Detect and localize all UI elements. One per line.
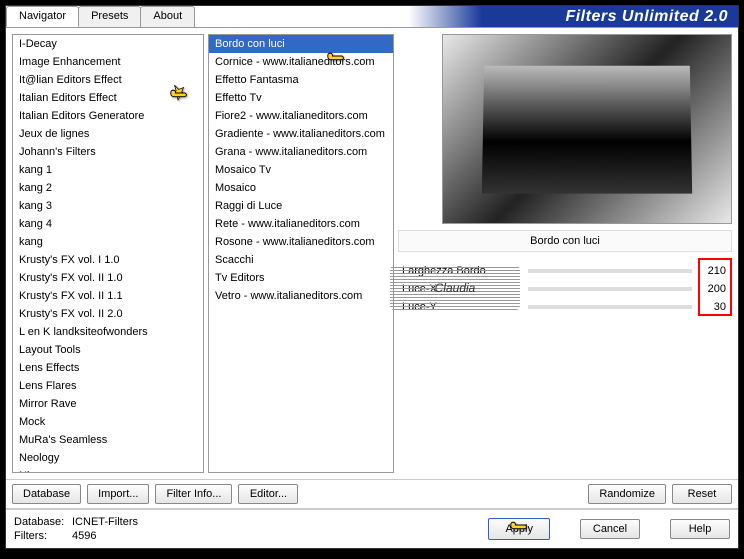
tab-about[interactable]: About <box>140 6 195 27</box>
category-item[interactable]: It@lian Editors Effect <box>13 71 203 89</box>
tab-bar: Navigator Presets About <box>6 6 194 27</box>
filter-item[interactable]: Mosaico <box>209 179 393 197</box>
status-filters-value: 4596 <box>72 530 96 542</box>
filter-item[interactable]: Rete - www.italianeditors.com <box>209 215 393 233</box>
category-item[interactable]: Layout Tools <box>13 341 203 359</box>
category-item[interactable]: kang <box>13 233 203 251</box>
category-item[interactable]: Johann's Filters <box>13 143 203 161</box>
randomize-button[interactable]: Randomize <box>588 484 666 504</box>
category-item[interactable]: I-Decay <box>13 35 203 53</box>
category-item[interactable]: Mock <box>13 413 203 431</box>
preview-image <box>442 34 732 224</box>
category-item[interactable]: Italian Editors Effect <box>13 89 203 107</box>
filter-item[interactable]: Grana - www.italianeditors.com <box>209 143 393 161</box>
category-item[interactable]: Nirvana <box>13 467 203 472</box>
category-list[interactable]: I-DecayImage EnhancementIt@lian Editors … <box>12 34 204 473</box>
apply-button[interactable]: Apply <box>488 518 550 540</box>
filter-info-button[interactable]: Filter Info... <box>155 484 232 504</box>
category-item[interactable]: Lens Effects <box>13 359 203 377</box>
category-item[interactable]: kang 3 <box>13 197 203 215</box>
category-item[interactable]: Italian Editors Generatore <box>13 107 203 125</box>
filter-item[interactable]: Rosone - www.italianeditors.com <box>209 233 393 251</box>
status-db-value: ICNET-Filters <box>72 516 138 528</box>
filter-item[interactable]: Tv Editors <box>209 269 393 287</box>
filter-item[interactable]: Vetro - www.italianeditors.com <box>209 287 393 305</box>
filter-item[interactable]: Gradiente - www.italianeditors.com <box>209 125 393 143</box>
app-title: Filters Unlimited 2.0 <box>565 8 728 26</box>
right-pane: Bordo con luci Larghezza Bordo210Luce-X2… <box>398 34 732 473</box>
param-label: Luce-X <box>398 283 528 295</box>
category-item[interactable]: Krusty's FX vol. II 1.1 <box>13 287 203 305</box>
filter-item[interactable]: Effetto Fantasma <box>209 71 393 89</box>
category-item[interactable]: Krusty's FX vol. II 1.0 <box>13 269 203 287</box>
editor-button[interactable]: Editor... <box>238 484 298 504</box>
highlight-annotation <box>698 258 732 316</box>
filter-item[interactable]: Cornice - www.italianeditors.com <box>209 53 393 71</box>
filter-item[interactable]: Raggi di Luce <box>209 197 393 215</box>
tab-presets[interactable]: Presets <box>78 6 141 27</box>
help-button[interactable]: Help <box>670 519 730 539</box>
param-label: Larghezza Bordo <box>398 265 528 277</box>
category-item[interactable]: Lens Flares <box>13 377 203 395</box>
category-item[interactable]: Image Enhancement <box>13 53 203 71</box>
status-bar: Database: ICNET-Filters Filters: 4596 Ap… <box>6 509 738 548</box>
category-item[interactable]: MuRa's Seamless <box>13 431 203 449</box>
filter-item[interactable]: Fiore2 - www.italianeditors.com <box>209 107 393 125</box>
titlebar: Navigator Presets About Filters Unlimite… <box>6 6 738 28</box>
category-item[interactable]: kang 4 <box>13 215 203 233</box>
category-item[interactable]: Krusty's FX vol. I 1.0 <box>13 251 203 269</box>
filter-item[interactable]: Mosaico Tv <box>209 161 393 179</box>
reset-button[interactable]: Reset <box>672 484 732 504</box>
param-row: Luce-X200 <box>398 280 726 298</box>
import-button[interactable]: Import... <box>87 484 149 504</box>
param-label: Luce-Y <box>398 301 528 313</box>
main-panel: I-DecayImage EnhancementIt@lian Editors … <box>6 28 738 479</box>
category-item[interactable]: kang 2 <box>13 179 203 197</box>
param-slider[interactable] <box>528 269 692 273</box>
filter-list[interactable]: Bordo con luciCornice - www.italianedito… <box>208 34 394 473</box>
button-row-top: Database Import... Filter Info... Editor… <box>6 480 738 508</box>
tab-navigator[interactable]: Navigator <box>6 6 79 27</box>
database-button[interactable]: Database <box>12 484 81 504</box>
status-db-label: Database: <box>14 516 66 528</box>
param-panel: Larghezza Bordo210Luce-X200Luce-Y30 <box>398 262 732 316</box>
param-row: Larghezza Bordo210 <box>398 262 726 280</box>
category-item[interactable]: L en K landksiteofwonders <box>13 323 203 341</box>
param-slider[interactable] <box>528 305 692 309</box>
filter-item[interactable]: Effetto Tv <box>209 89 393 107</box>
category-item[interactable]: Mirror Rave <box>13 395 203 413</box>
effect-name: Bordo con luci <box>398 230 732 252</box>
category-item[interactable]: Neology <box>13 449 203 467</box>
param-row: Luce-Y30 <box>398 298 726 316</box>
category-item[interactable]: Krusty's FX vol. II 2.0 <box>13 305 203 323</box>
category-item[interactable]: kang 1 <box>13 161 203 179</box>
filter-item[interactable]: Bordo con luci <box>209 35 393 53</box>
filter-item[interactable]: Scacchi <box>209 251 393 269</box>
status-filters-label: Filters: <box>14 530 66 542</box>
param-slider[interactable] <box>528 287 692 291</box>
cancel-button[interactable]: Cancel <box>580 519 640 539</box>
category-item[interactable]: Jeux de lignes <box>13 125 203 143</box>
